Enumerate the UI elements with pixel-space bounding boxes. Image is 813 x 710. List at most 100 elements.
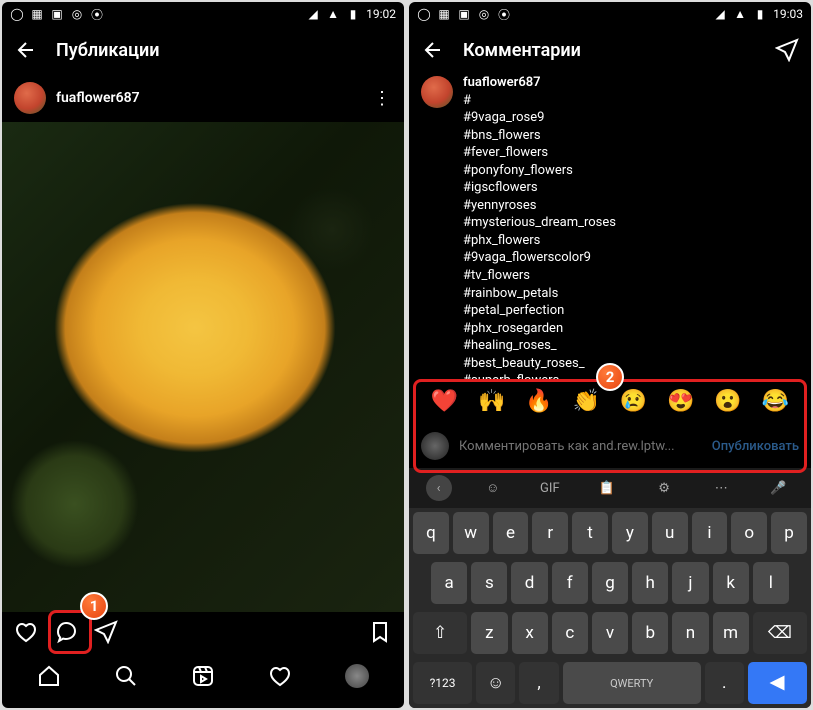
key-q[interactable]: q	[413, 512, 449, 554]
calendar-icon: ▦	[30, 7, 44, 21]
search-icon[interactable]	[114, 664, 138, 688]
numeric-key[interactable]: ?123	[413, 662, 472, 704]
page-title: Комментарии	[463, 40, 757, 61]
clock: 19:03	[773, 7, 803, 21]
calendar-icon: ▦	[437, 7, 451, 21]
app-icon: ▣	[50, 7, 64, 21]
comment-composer-area: 2 ❤️🙌🔥👏😢😍😮😂 Опубликовать	[409, 379, 811, 468]
emoji-quick[interactable]: 🔥	[525, 389, 552, 414]
bookmark-icon[interactable]	[368, 620, 392, 644]
key-a[interactable]: a	[431, 562, 467, 604]
activity-icon[interactable]	[268, 664, 292, 688]
period-key[interactable]: .	[705, 662, 744, 704]
key-i[interactable]: i	[692, 512, 728, 554]
key-l[interactable]: l	[753, 562, 789, 604]
emoji-quick[interactable]: ❤️	[431, 389, 458, 414]
comment-field[interactable]	[459, 439, 702, 454]
emoji-quick[interactable]: 🙌	[478, 389, 505, 414]
key-g[interactable]: g	[592, 562, 628, 604]
wifi-icon: ◢	[306, 7, 320, 21]
post-actions: 1	[2, 612, 404, 652]
settings-icon[interactable]: ⚙	[648, 474, 680, 502]
key-u[interactable]: u	[652, 512, 688, 554]
key-p[interactable]: p	[771, 512, 807, 554]
share-icon[interactable]	[775, 38, 799, 62]
my-avatar	[421, 432, 449, 460]
key-f[interactable]: f	[552, 562, 588, 604]
wifi-icon: ◢	[713, 7, 727, 21]
more-icon[interactable]: ⋮	[372, 88, 392, 109]
bottom-nav	[2, 652, 404, 700]
key-y[interactable]: y	[612, 512, 648, 554]
key-s[interactable]: s	[471, 562, 507, 604]
key-b[interactable]: b	[632, 612, 668, 654]
home-icon[interactable]	[37, 664, 61, 688]
shift-key[interactable]: ⇧	[413, 612, 467, 654]
post-button[interactable]: Опубликовать	[712, 439, 799, 454]
post-image[interactable]	[2, 122, 404, 612]
key-h[interactable]: h	[632, 562, 668, 604]
key-e[interactable]: e	[493, 512, 529, 554]
comma-key[interactable]: ,	[519, 662, 558, 704]
backspace-key[interactable]: ⌫	[753, 612, 807, 654]
keyboard-row-2: asdfghjkl	[409, 558, 811, 608]
back-icon[interactable]	[421, 38, 445, 62]
post-author-row[interactable]: fuaflower687 ⋮	[2, 74, 404, 122]
clock: 19:02	[366, 7, 396, 21]
key-m[interactable]: m	[713, 612, 749, 654]
hashtag-list[interactable]: #9vaga_rose9 #bns_flowers #fever_flowers…	[463, 109, 799, 379]
clipboard-icon[interactable]: 📋	[591, 474, 623, 502]
key-k[interactable]: k	[713, 562, 749, 604]
signal-icon: ▲	[326, 7, 340, 21]
battery-icon: ▮	[346, 7, 360, 21]
username[interactable]: fuaflower687	[463, 75, 541, 90]
opera-icon: ◯	[10, 7, 24, 21]
like-icon[interactable]	[14, 620, 38, 644]
comment-icon[interactable]	[54, 620, 78, 644]
shazam-icon: ⦿	[90, 7, 104, 21]
status-bar: ◯ ▦ ▣ ◎ ⦿ ◢ ▲ ▮ 19:03	[409, 2, 811, 26]
key-x[interactable]: x	[512, 612, 548, 654]
emoji-quick[interactable]: 😍	[667, 389, 694, 414]
mic-icon[interactable]: 🎤	[762, 474, 794, 502]
key-n[interactable]: n	[672, 612, 708, 654]
emoji-quick[interactable]: 😂	[762, 389, 789, 414]
username[interactable]: fuaflower687	[56, 90, 362, 106]
emoji-quick[interactable]: 😮	[714, 389, 741, 414]
badge-1: 1	[80, 592, 108, 620]
key-j[interactable]: j	[672, 562, 708, 604]
phone-left: ◯ ▦ ▣ ◎ ⦿ ◢ ▲ ▮ 19:02 Публикации fuaflow…	[2, 2, 404, 708]
key-o[interactable]: o	[731, 512, 767, 554]
keyboard-row-1: qwertyuiop	[409, 508, 811, 558]
enter-key[interactable]	[748, 662, 807, 704]
key-v[interactable]: v	[592, 612, 628, 654]
key-r[interactable]: r	[532, 512, 568, 554]
reels-icon[interactable]	[191, 664, 215, 688]
comment-input-row: Опубликовать	[409, 424, 811, 468]
keyboard-row-4: ?123 ☺ , QWERTY .	[409, 658, 811, 708]
page-title: Публикации	[56, 40, 392, 61]
more-icon[interactable]: ⋯	[705, 474, 737, 502]
key-w[interactable]: w	[453, 512, 489, 554]
share-icon[interactable]	[94, 620, 118, 644]
key-c[interactable]: c	[552, 612, 588, 654]
emoji-quick[interactable]: 👏	[573, 389, 600, 414]
emoji-key[interactable]: ☺	[476, 662, 515, 704]
back-icon[interactable]	[14, 38, 38, 62]
key-t[interactable]: t	[572, 512, 608, 554]
profile-avatar[interactable]	[345, 664, 369, 688]
caption-block: fuaflower687 # #9vaga_rose9 #bns_flowers…	[409, 74, 811, 379]
badge-2: 2	[596, 363, 624, 391]
key-d[interactable]: d	[511, 562, 547, 604]
keyboard: ‹ ☺ GIF 📋 ⚙ ⋯ 🎤 qwertyuiop asdfghjkl ⇧ z…	[409, 468, 811, 708]
avatar[interactable]	[421, 76, 453, 108]
avatar[interactable]	[14, 82, 46, 114]
app-icon: ◎	[477, 7, 491, 21]
space-key[interactable]: QWERTY	[563, 662, 701, 704]
gif-button[interactable]: GIF	[534, 474, 566, 502]
emoji-quick[interactable]: 😢	[620, 389, 647, 414]
battery-icon: ▮	[753, 7, 767, 21]
key-z[interactable]: z	[471, 612, 507, 654]
chevron-left-icon[interactable]: ‹	[426, 475, 452, 501]
sticker-icon[interactable]: ☺	[477, 474, 509, 502]
